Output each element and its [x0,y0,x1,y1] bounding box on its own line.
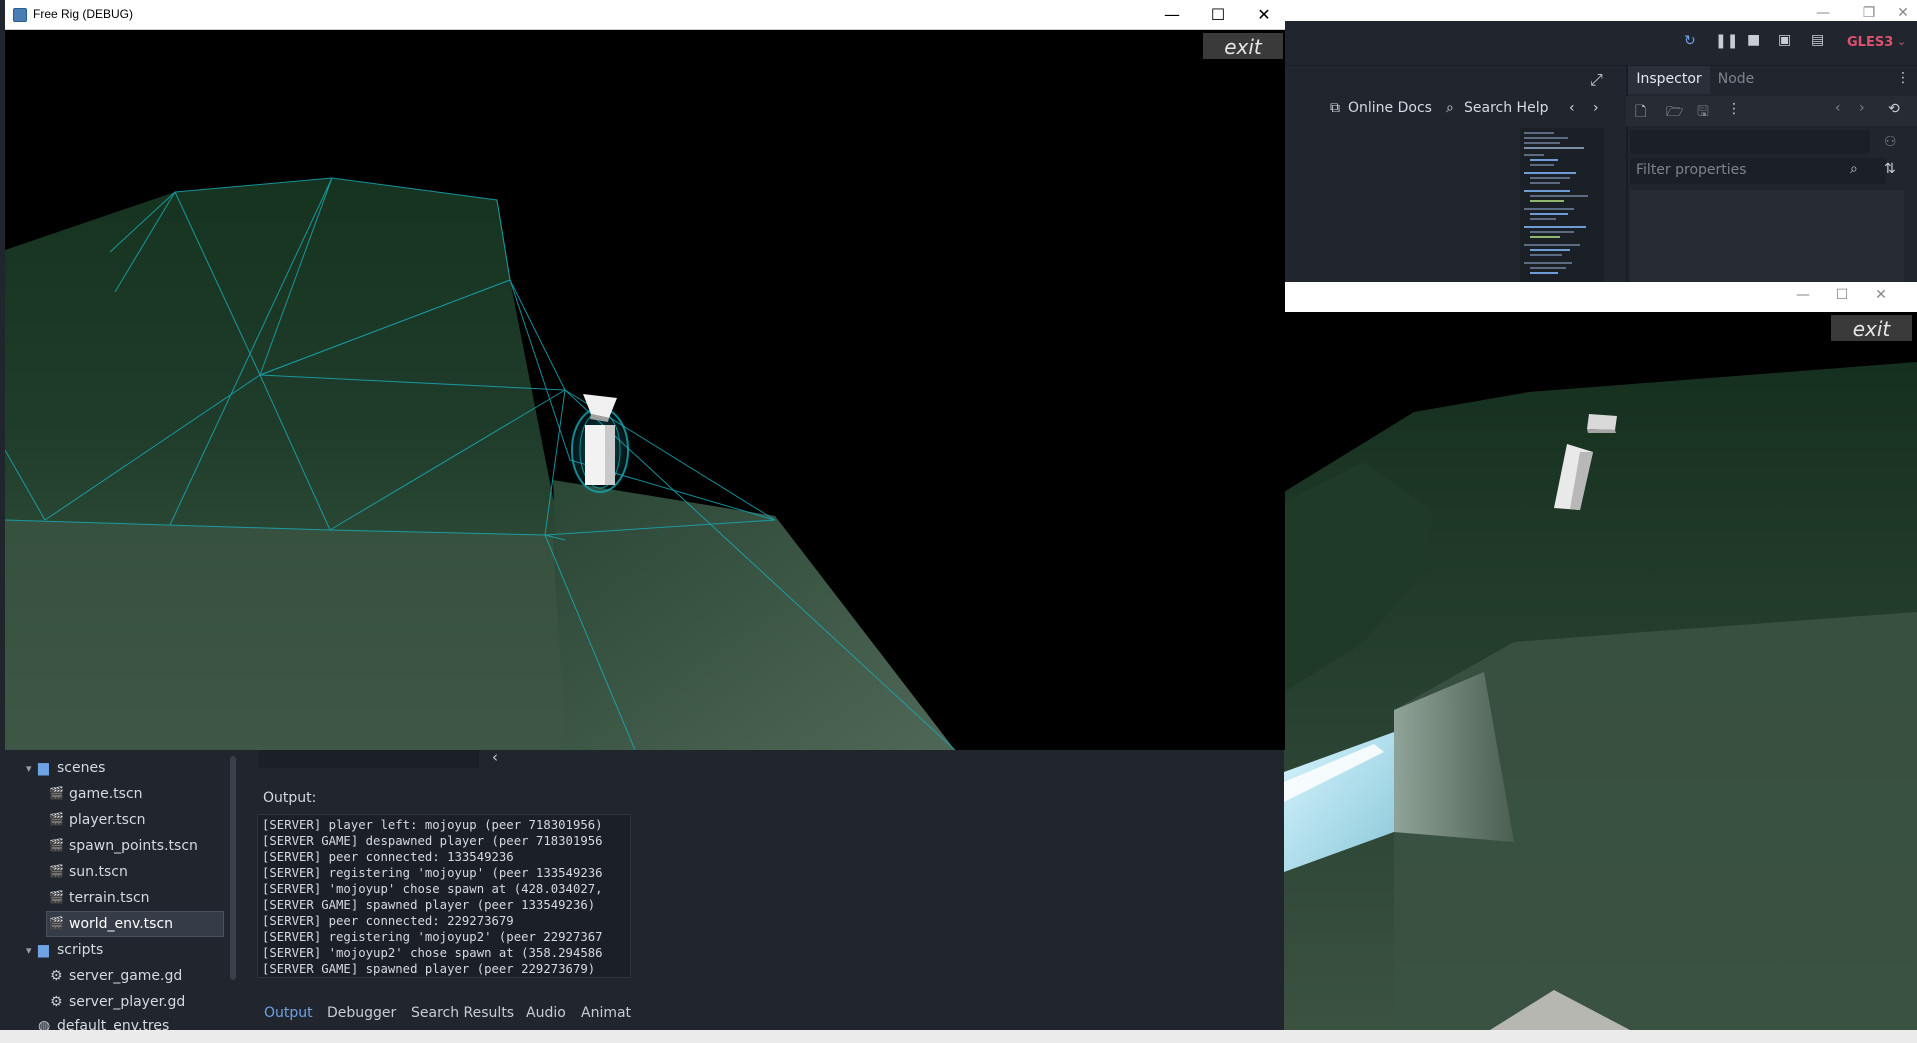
window-titlebar: Free Rig (DEBUG) — ☐ ✕ [5,0,1285,30]
dock-menu-icon[interactable]: ⋮ [1896,70,1910,86]
window2-3d-scene [1284,312,1917,1030]
play-scene-icon[interactable]: ▣ [1778,32,1791,48]
spawn-points-scene-icon: 🎬 [49,838,64,852]
log-line: [SERVER] peer connected: 133549236 [262,850,514,864]
filesystem-item-scripts[interactable]: scripts [57,942,103,958]
log-line: [SERVER GAME] despawned player (peer 718… [262,834,603,848]
filesystem-item-world-env[interactable]: world_env.tscn [69,916,173,932]
next-object-icon[interactable]: › [1859,100,1865,116]
resource-menu-icon[interactable]: ⋮ [1727,101,1741,117]
server-player-gear-icon: ⚙ [50,994,63,1010]
tab-animation[interactable]: Animat [581,1005,631,1021]
open-resource-icon[interactable]: 🗁 [1666,101,1683,125]
history-forward-icon[interactable]: › [1593,100,1599,116]
history-icon[interactable]: ⟲ [1888,101,1900,117]
filesystem-item-server-game[interactable]: server_game.gd [69,968,182,984]
distraction-free-icon[interactable]: ⤢ [1590,70,1603,90]
script-minimap[interactable] [1520,128,1604,282]
tab-search-results[interactable]: Search Results [411,1005,514,1021]
game-viewport[interactable]: exit [5,30,1285,750]
log-line: [SERVER] peer connected: 229273679 [262,914,514,928]
search-icon: ⌕ [1850,161,1858,177]
inspector-toolbar: 🗋 🗁 🖫 ⋮ ‹ › ⟲ [1626,96,1917,126]
log-line: [SERVER GAME] spawned player (peer 13354… [262,898,596,912]
reload-icon[interactable]: ↻ [1684,33,1696,49]
object-path-field[interactable] [1630,130,1870,154]
filesystem-item-game[interactable]: game.tscn [69,786,143,802]
pause-icon[interactable]: ❚❚ [1715,33,1738,49]
save-resource-icon[interactable]: 🖫 [1697,101,1709,125]
log-line: [SERVER] 'mojoyup' chose spawn at (428.0… [262,882,603,896]
output-label: Output: [263,790,317,806]
object-tree-icon[interactable]: ⚇ [1884,134,1897,150]
terrain-foreground [5,520,565,750]
game-scene-icon: 🎬 [49,786,64,800]
filter-properties-input[interactable]: Filter properties [1630,158,1886,184]
editor-play-toolbar: ↻ ❚❚ ■ ▣ ▤ [1284,21,1917,66]
renderer-chevron-down-icon[interactable]: ⌄ [1897,35,1906,48]
scenes-chevron-down-icon[interactable]: ▾ [26,762,32,775]
scenes-folder-icon: ▆ [38,760,49,776]
world-env-scene-icon: 🎬 [49,916,64,930]
inspector-properties [1630,190,1904,282]
server-game-gear-icon: ⚙ [50,968,63,984]
collapse-chevron-left-icon[interactable]: ‹ [492,748,498,766]
filesystem-item-sun[interactable]: sun.tscn [69,864,128,880]
search-help-icon: ⌕ [1446,100,1454,116]
tab-inspector[interactable]: Inspector [1628,66,1710,94]
filesystem-item-spawn-points[interactable]: spawn_points.tscn [69,838,198,854]
filesystem-item-scenes[interactable]: scenes [57,760,105,776]
window-title: Free Rig (DEBUG) [33,7,134,21]
log-line: [SERVER] 'mojoyup2' chose spawn at (358.… [262,946,603,960]
filesystem-item-server-player[interactable]: server_player.gd [69,994,185,1010]
filesystem-scrollbar[interactable] [230,756,236,980]
editor-titlebar: — ❐ ✕ [1284,0,1917,21]
window2-titlebar: — ☐ ✕ [1284,282,1917,312]
log-line: [SERVER GAME] spawned player (peer 22927… [262,962,596,976]
filesystem-item-player[interactable]: player.tscn [69,812,146,828]
main-3d-scene [5,30,1285,750]
prev-object-icon[interactable]: ‹ [1835,100,1841,116]
sun-scene-icon: 🎬 [49,864,64,878]
exit-button[interactable]: exit [1203,33,1283,59]
terrain-scene-icon: 🎬 [49,890,64,904]
game-window-debug: Free Rig (DEBUG) — ☐ ✕ exit [5,0,1285,750]
filter-options-icon[interactable]: ⇅ [1884,161,1896,177]
stop-icon[interactable]: ■ [1747,32,1760,48]
tab-output[interactable]: Output [264,1005,313,1021]
close-icon[interactable]: ✕ [1241,0,1285,30]
taskbar-strip [0,1030,1917,1043]
scripts-folder-icon: ▆ [38,942,49,958]
scripts-chevron-down-icon[interactable]: ▾ [26,944,32,957]
log-line: [SERVER] registering 'mojoyup' (peer 133… [262,866,603,880]
window2-exit-button[interactable]: exit [1831,315,1912,341]
renderer-dropdown[interactable]: GLES3 [1847,35,1893,50]
maximize-icon[interactable]: ☐ [1195,0,1241,30]
new-resource-icon[interactable]: 🗋 [1635,101,1646,125]
tab-debugger[interactable]: Debugger [327,1005,396,1021]
output-log[interactable]: [SERVER] player left: mojoyup (peer 7183… [257,814,631,978]
online-docs-button[interactable]: Online Docs [1348,100,1432,116]
output-filter-input[interactable] [259,748,479,768]
minimize-icon[interactable]: — [1149,0,1195,30]
search-help-button[interactable]: Search Help [1464,100,1548,116]
desktop: — ❐ ✕ ↻ ❚❚ ■ ▣ ▤ GLES3 ⌄ ⤢ ⧉ Online Docs… [0,0,1917,1043]
game-window-client: — ☐ ✕ exit [1284,282,1917,1030]
godot-app-icon [13,8,27,22]
filesystem-item-terrain[interactable]: terrain.tscn [69,890,150,906]
log-line: [SERVER] registering 'mojoyup2' (peer 22… [262,930,603,944]
window2-close-icon[interactable]: ✕ [1858,282,1904,312]
minimap-code-lines [1524,132,1588,274]
window2-viewport[interactable]: exit [1284,312,1917,1030]
history-back-icon[interactable]: ‹ [1569,100,1575,116]
log-line: [SERVER] player left: mojoyup (peer 7183… [262,818,603,832]
player-scene-icon: 🎬 [49,812,64,826]
play-custom-scene-icon[interactable]: ▤ [1811,32,1824,48]
online-docs-icon: ⧉ [1330,100,1340,116]
tab-node[interactable]: Node [1712,66,1760,94]
tab-audio[interactable]: Audio [526,1005,566,1021]
